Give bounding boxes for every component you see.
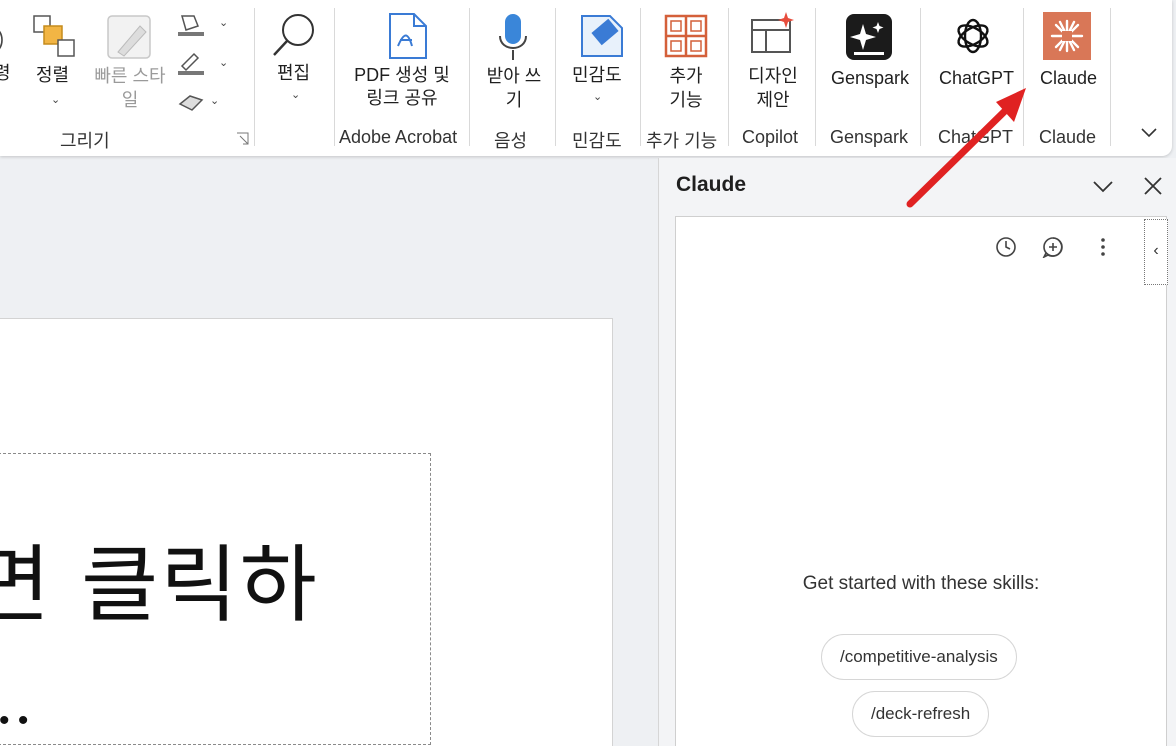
pdf-link-icon[interactable] bbox=[386, 12, 430, 65]
quick-styles-label: 빠른 스타일 bbox=[94, 66, 166, 110]
find-icon[interactable] bbox=[270, 10, 320, 65]
claude-group-label: Claude bbox=[1039, 127, 1097, 147]
history-icon[interactable] bbox=[995, 236, 1017, 258]
pdf-create-label: PDF 생성 및 링크 공유 bbox=[354, 65, 450, 108]
pane-close-icon[interactable] bbox=[1141, 174, 1165, 198]
claude-task-pane: Claude ‹ Get started with these skills: … bbox=[658, 158, 1176, 746]
chatgpt-group-label: ChatGPT bbox=[938, 127, 1014, 147]
dialog-launcher-icon[interactable] bbox=[236, 132, 250, 151]
pane-title: Claude bbox=[676, 173, 747, 196]
new-chat-icon[interactable] bbox=[1042, 236, 1064, 259]
shape-oval-icon[interactable] bbox=[0, 22, 12, 63]
claude-icon[interactable] bbox=[1043, 12, 1091, 65]
sensitivity-group-label: 민감도 bbox=[572, 131, 622, 151]
ribbon: 령 정렬 ⌄ 빠른 스타일 ⌄ ⌄ ⌄ 그리기 편집 ⌄ PDF 생성 및 링크… bbox=[0, 0, 1172, 156]
sensitivity-chevron-icon[interactable]: ⌄ bbox=[593, 90, 602, 103]
designer-label: 디자인 제안 bbox=[748, 66, 798, 110]
separator bbox=[334, 8, 335, 146]
skill-chip-competitive-analysis[interactable]: /competitive-analysis bbox=[821, 634, 1017, 680]
designer-button[interactable]: 디자인 제안 bbox=[744, 64, 802, 112]
genspark-button[interactable]: Genspark bbox=[831, 67, 909, 90]
separator bbox=[469, 8, 470, 146]
separator bbox=[1110, 8, 1111, 146]
arrange-button[interactable]: 정렬 bbox=[36, 64, 69, 87]
pdf-create-button[interactable]: PDF 생성 및 링크 공유 bbox=[346, 64, 458, 110]
separator bbox=[640, 8, 641, 146]
quick-styles-icon bbox=[106, 14, 154, 67]
chatgpt-icon[interactable] bbox=[953, 16, 993, 61]
shape-outline-dropdown[interactable]: ⌄ bbox=[219, 56, 228, 69]
sensitivity-icon[interactable] bbox=[580, 10, 624, 63]
collapse-sidebar-chevron-icon[interactable]: ‹ bbox=[1144, 219, 1168, 285]
shape-outline-icon[interactable] bbox=[176, 50, 206, 81]
separator bbox=[815, 8, 816, 146]
claude-webview: ‹ Get started with these skills: /compet… bbox=[675, 216, 1168, 746]
shape-fill-dropdown[interactable]: ⌄ bbox=[219, 16, 228, 29]
dictate-label: 받아 쓰기 bbox=[486, 66, 542, 110]
genspark-icon[interactable] bbox=[846, 14, 892, 65]
genspark-group-label: Genspark bbox=[830, 127, 909, 147]
more-options-icon[interactable] bbox=[1092, 236, 1114, 258]
placeholder-trailing-text: • • bbox=[0, 704, 29, 737]
edit-button[interactable]: 편집 bbox=[277, 62, 310, 85]
chevron-down-icon[interactable]: ⌄ bbox=[51, 93, 60, 106]
title-placeholder[interactable]: 면 클릭하 • • bbox=[0, 453, 431, 745]
acrobat-group-label: Adobe Acrobat bbox=[339, 127, 458, 147]
shape-effects-dropdown[interactable]: ⌄ bbox=[210, 94, 219, 107]
pane-options-chevron-icon[interactable] bbox=[1091, 174, 1115, 198]
chatgpt-button[interactable]: ChatGPT bbox=[939, 67, 1014, 90]
copilot-group-label: Copilot bbox=[742, 127, 799, 147]
addins-grid-icon[interactable] bbox=[664, 14, 708, 63]
draw-group-label: 그리기 bbox=[60, 131, 110, 151]
draw-partial-label: 령 bbox=[0, 63, 11, 83]
separator bbox=[254, 8, 255, 146]
sensitivity-button[interactable]: 민감도 bbox=[572, 64, 622, 87]
designer-icon[interactable] bbox=[750, 10, 798, 61]
placeholder-text: 면 클릭하 bbox=[0, 536, 319, 634]
arrange-icon[interactable] bbox=[32, 14, 78, 63]
shape-effects-icon[interactable] bbox=[176, 90, 206, 121]
separator bbox=[555, 8, 556, 146]
claude-button[interactable]: Claude bbox=[1040, 67, 1097, 90]
addins-button[interactable]: 추가 기능 bbox=[660, 64, 712, 112]
shape-fill-icon[interactable] bbox=[176, 12, 206, 43]
skills-heading: Get started with these skills: bbox=[802, 573, 1040, 594]
dictate-button[interactable]: 받아 쓰기 bbox=[486, 64, 542, 112]
separator bbox=[1023, 8, 1024, 146]
edit-chevron-icon[interactable]: ⌄ bbox=[291, 88, 300, 101]
quick-styles-button: 빠른 스타일 bbox=[94, 64, 166, 112]
addins-group-label: 추가 기능 bbox=[646, 131, 718, 151]
addins-label: 추가 기능 bbox=[669, 66, 703, 110]
separator bbox=[920, 8, 921, 146]
separator bbox=[728, 8, 729, 146]
slide-canvas[interactable]: 면 클릭하 • • bbox=[0, 318, 613, 746]
microphone-icon[interactable] bbox=[497, 12, 529, 67]
voice-group-label: 음성 bbox=[494, 131, 528, 151]
skill-chip-deck-refresh[interactable]: /deck-refresh bbox=[852, 691, 990, 737]
ribbon-expand-chevron-icon[interactable] bbox=[1141, 126, 1157, 144]
